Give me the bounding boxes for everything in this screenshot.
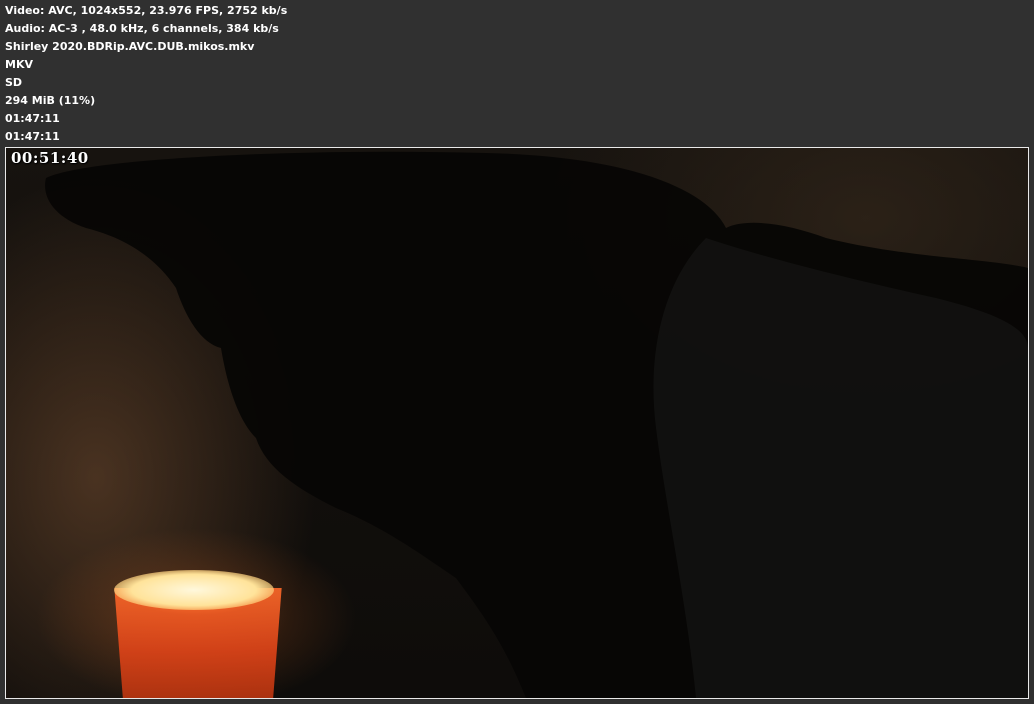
video-info: Video: AVC, 1024x552, 23.976 FPS, 2752 k… (5, 4, 288, 17)
duration-repeat: 01:47:11 (5, 130, 60, 143)
file-size: 294 MiB (11%) (5, 94, 96, 107)
duration: 01:47:11 (5, 112, 60, 125)
file-name: Shirley 2020.BDRip.AVC.DUB.mikos.mkv (5, 40, 255, 53)
video-frame-thumbnail: 00:51:40 (5, 147, 1029, 699)
timecode-overlay: 00:51:40 (11, 149, 89, 167)
container-format: MKV (5, 58, 33, 71)
person-silhouette (45, 151, 1028, 698)
audio-info: Audio: AC-3 , 48.0 kHz, 6 channels, 384 … (5, 22, 279, 35)
media-info-list: Video: AVC, 1024x552, 23.976 FPS, 2752 k… (5, 2, 287, 146)
quality-label: SD (5, 76, 23, 89)
